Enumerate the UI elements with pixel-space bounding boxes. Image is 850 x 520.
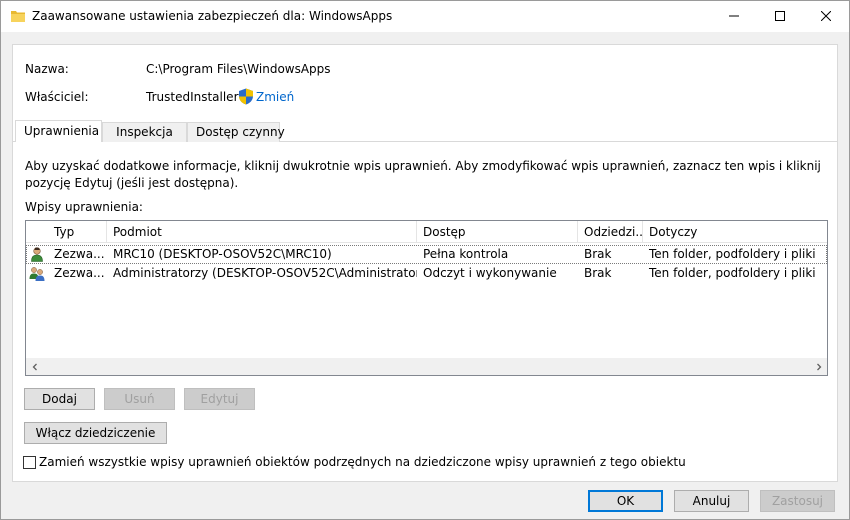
security-dialog: Zaawansowane ustawienia zabezpieczeń dla… xyxy=(0,0,850,520)
maximize-button[interactable] xyxy=(757,1,803,32)
cell-applies-to: Ten folder, podfoldery i pliki xyxy=(649,247,816,261)
minimize-icon xyxy=(729,10,739,24)
table-row[interactable]: Zezwa... MRC10 (DESKTOP-OSOV52C\MRC10) P… xyxy=(26,245,827,264)
close-button[interactable] xyxy=(803,1,849,32)
column-inherited[interactable]: Odziedzi... xyxy=(578,221,643,243)
remove-button[interactable]: Usuń xyxy=(104,388,175,410)
cell-principal: MRC10 (DESKTOP-OSOV52C\MRC10) xyxy=(113,247,332,261)
permission-entries-list[interactable]: Typ Podmiot Dostęp Odziedzi... Dotyczy Z… xyxy=(25,220,828,376)
cell-access: Pełna kontrola xyxy=(423,247,509,261)
main-panel: Nazwa: C:\Program Files\WindowsApps Właś… xyxy=(12,44,838,482)
name-value: C:\Program Files\WindowsApps xyxy=(146,62,331,76)
cell-access: Odczyt i wykonywanie xyxy=(423,266,557,280)
list-header: Typ Podmiot Dostęp Odziedzi... Dotyczy xyxy=(26,221,827,243)
owner-label: Właściciel: xyxy=(25,90,89,104)
owner-value: TrustedInstaller xyxy=(146,90,239,104)
cell-principal: Administratorzy (DESKTOP-OSOV52C\Adminis… xyxy=(113,266,417,280)
title-bar[interactable]: Zaawansowane ustawienia zabezpieczeń dla… xyxy=(1,1,849,32)
replace-child-permissions-checkbox[interactable] xyxy=(23,456,36,469)
minimize-button[interactable] xyxy=(711,1,757,32)
cancel-button[interactable]: Anuluj xyxy=(674,490,749,512)
apply-button[interactable]: Zastosuj xyxy=(760,490,835,512)
window-title: Zaawansowane ustawienia zabezpieczeń dla… xyxy=(32,9,393,23)
cell-applies-to: Ten folder, podfoldery i pliki xyxy=(649,266,816,280)
tab-auditing[interactable]: Inspekcja xyxy=(102,122,187,142)
change-owner-link[interactable]: Zmień xyxy=(256,90,294,104)
description-text: Aby uzyskać dodatkowe informacje, klikni… xyxy=(25,159,821,190)
horizontal-scrollbar[interactable] xyxy=(26,358,827,375)
permission-entries-label: Wpisy uprawnienia: xyxy=(25,200,143,214)
name-label: Nazwa: xyxy=(25,62,69,76)
enable-inheritance-button[interactable]: Włącz dziedziczenie xyxy=(24,422,167,444)
scroll-left-icon[interactable] xyxy=(26,358,43,375)
folder-icon xyxy=(11,10,25,22)
replace-child-permissions-label[interactable]: Zamień wszystkie wpisy uprawnień obiektó… xyxy=(39,455,686,469)
cell-inherited: Brak xyxy=(584,247,612,261)
scroll-right-icon[interactable] xyxy=(810,358,827,375)
tab-effective-access[interactable]: Dostęp czynny xyxy=(187,122,285,142)
close-icon xyxy=(820,10,832,24)
user-icon xyxy=(29,246,45,262)
cell-type: Zezwa... xyxy=(54,247,105,261)
cell-type: Zezwa... xyxy=(54,266,105,280)
maximize-icon xyxy=(775,10,785,24)
uac-shield-icon xyxy=(238,88,254,105)
tab-permissions[interactable]: Uprawnienia xyxy=(15,120,102,142)
edit-button[interactable]: Edytuj xyxy=(184,388,255,410)
column-principal[interactable]: Podmiot xyxy=(107,221,417,243)
column-type[interactable]: Typ xyxy=(48,221,107,243)
ok-button[interactable]: OK xyxy=(588,490,663,512)
column-applies-to[interactable]: Dotyczy xyxy=(643,221,827,243)
cell-inherited: Brak xyxy=(584,266,612,280)
table-row[interactable]: Zezwa... Administratorzy (DESKTOP-OSOV52… xyxy=(26,264,827,283)
column-access[interactable]: Dostęp xyxy=(417,221,578,243)
group-icon xyxy=(29,265,45,281)
add-button[interactable]: Dodaj xyxy=(24,388,95,410)
